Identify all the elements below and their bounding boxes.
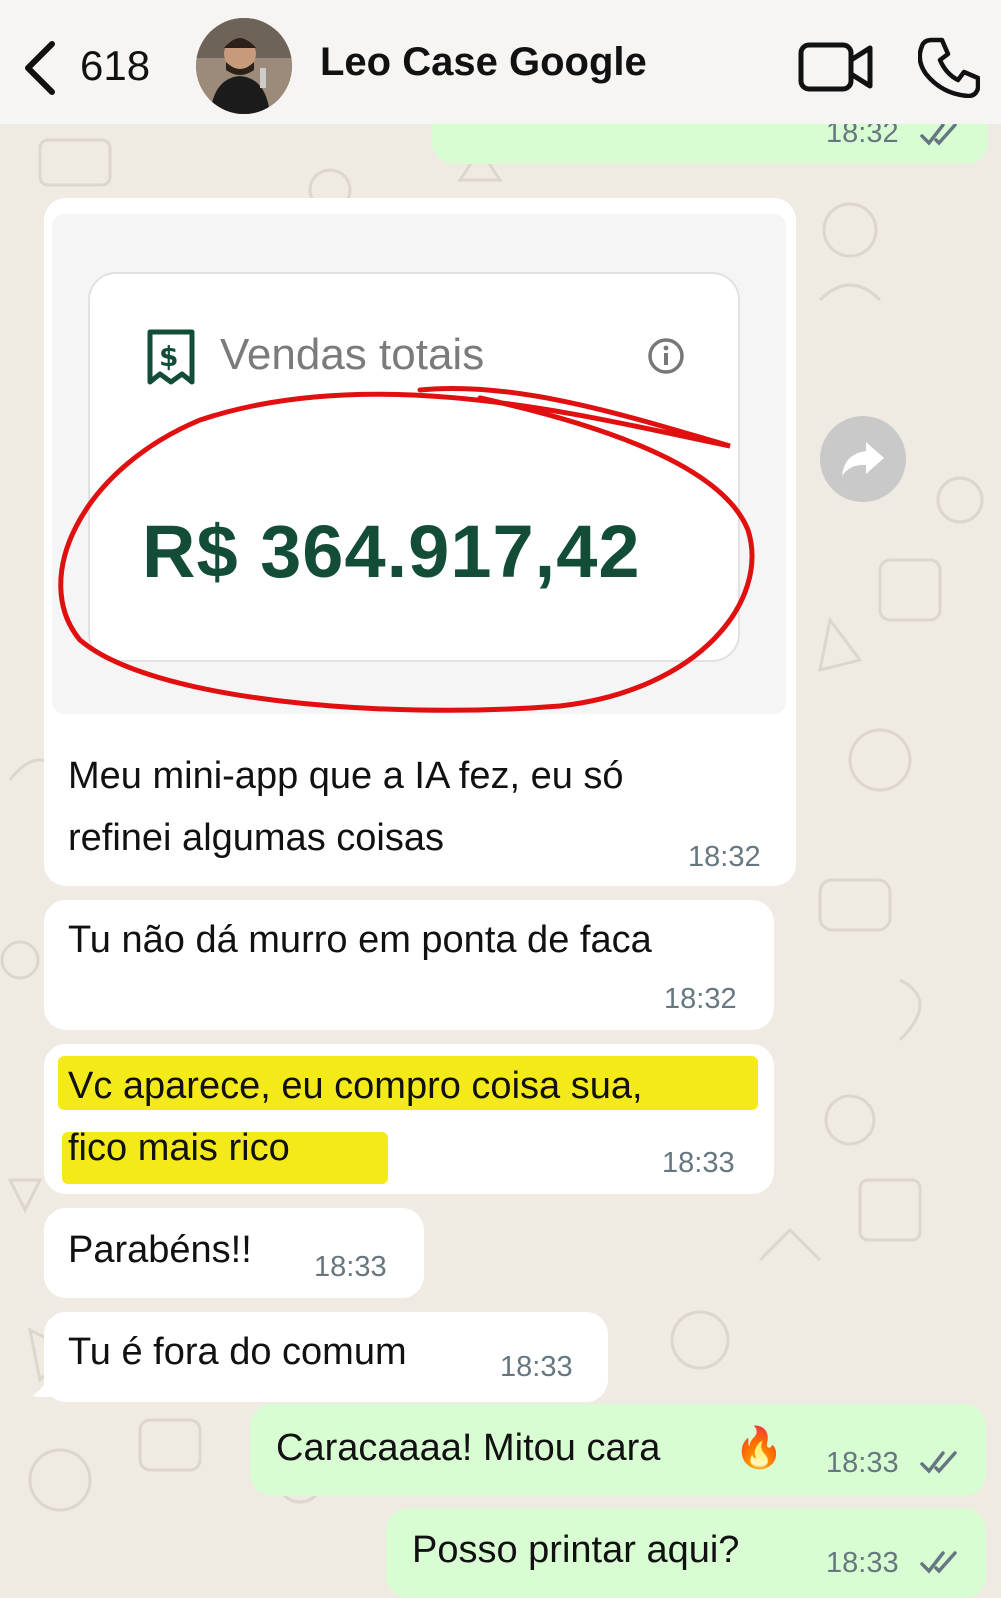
sales-card: $ Vendas totais R$ 364.917,42	[88, 272, 740, 662]
contact-name[interactable]: Leo Case Google	[320, 40, 647, 85]
message-time: 18:32	[688, 841, 761, 873]
message-bubble-outgoing[interactable]: Caracaaaa! Mitou cara 🔥 18:33	[250, 1404, 986, 1496]
bubble-tail	[32, 1370, 60, 1397]
message-time: 18:33	[662, 1147, 735, 1179]
video-call-button[interactable]	[798, 40, 874, 94]
message-text: fico mais rico	[68, 1127, 290, 1169]
fire-emoji: 🔥	[734, 1426, 784, 1470]
double-check-icon	[920, 1551, 957, 1574]
unread-count: 618	[80, 42, 151, 89]
total-sales-value: R$ 364.917,42	[142, 510, 641, 593]
message-time: 18:33	[314, 1251, 387, 1283]
receipt-dollar-icon: $	[147, 329, 195, 385]
card-title: Vendas totais	[220, 330, 485, 379]
message-time: 18:33	[826, 1447, 899, 1479]
message-text: Meu mini-app que a IA fez, eu só	[68, 755, 624, 797]
video-camera-icon	[798, 42, 873, 92]
message-time: 18:33	[500, 1351, 573, 1383]
voice-call-button[interactable]	[917, 36, 981, 99]
message-time: 18:33	[826, 1547, 899, 1579]
message-bubble-outgoing[interactable]: Posso printar aqui? 18:33	[386, 1508, 986, 1598]
message-bubble-incoming[interactable]: Tu é fora do comum 18:33	[44, 1312, 608, 1402]
message-text: Tu não dá murro em ponta de faca	[68, 919, 652, 961]
chevron-left-icon	[25, 41, 55, 95]
double-check-icon	[920, 1451, 957, 1474]
message-time: 18:32	[664, 983, 737, 1015]
svg-text:$: $	[159, 340, 178, 373]
phone-icon	[917, 37, 981, 99]
chat-header: 618 Leo Case Google	[0, 0, 1001, 124]
info-icon	[648, 338, 684, 374]
message-bubble-incoming[interactable]: Tu não dá murro em ponta de faca 18:32	[44, 900, 774, 1030]
avatar[interactable]	[196, 18, 292, 114]
message-text: Tu é fora do comum	[68, 1331, 407, 1373]
message-text: refinei algumas coisas	[68, 817, 444, 859]
message-text: Vc aparece, eu compro coisa sua,	[68, 1065, 643, 1107]
message-text: Parabéns!!	[68, 1229, 252, 1271]
message-bubble-incoming[interactable]: Parabéns!! 18:33	[44, 1208, 424, 1298]
forward-button[interactable]	[820, 416, 906, 502]
forward-icon	[842, 442, 884, 476]
message-text: Caracaaaa! Mitou cara	[276, 1427, 661, 1469]
screenshot-image[interactable]: $ Vendas totais R$ 364.917,42	[52, 214, 786, 714]
back-button[interactable]: 618	[18, 36, 168, 96]
message-text: Posso printar aqui?	[412, 1529, 740, 1571]
double-check-icon	[920, 123, 957, 146]
avatar-image	[196, 18, 292, 114]
